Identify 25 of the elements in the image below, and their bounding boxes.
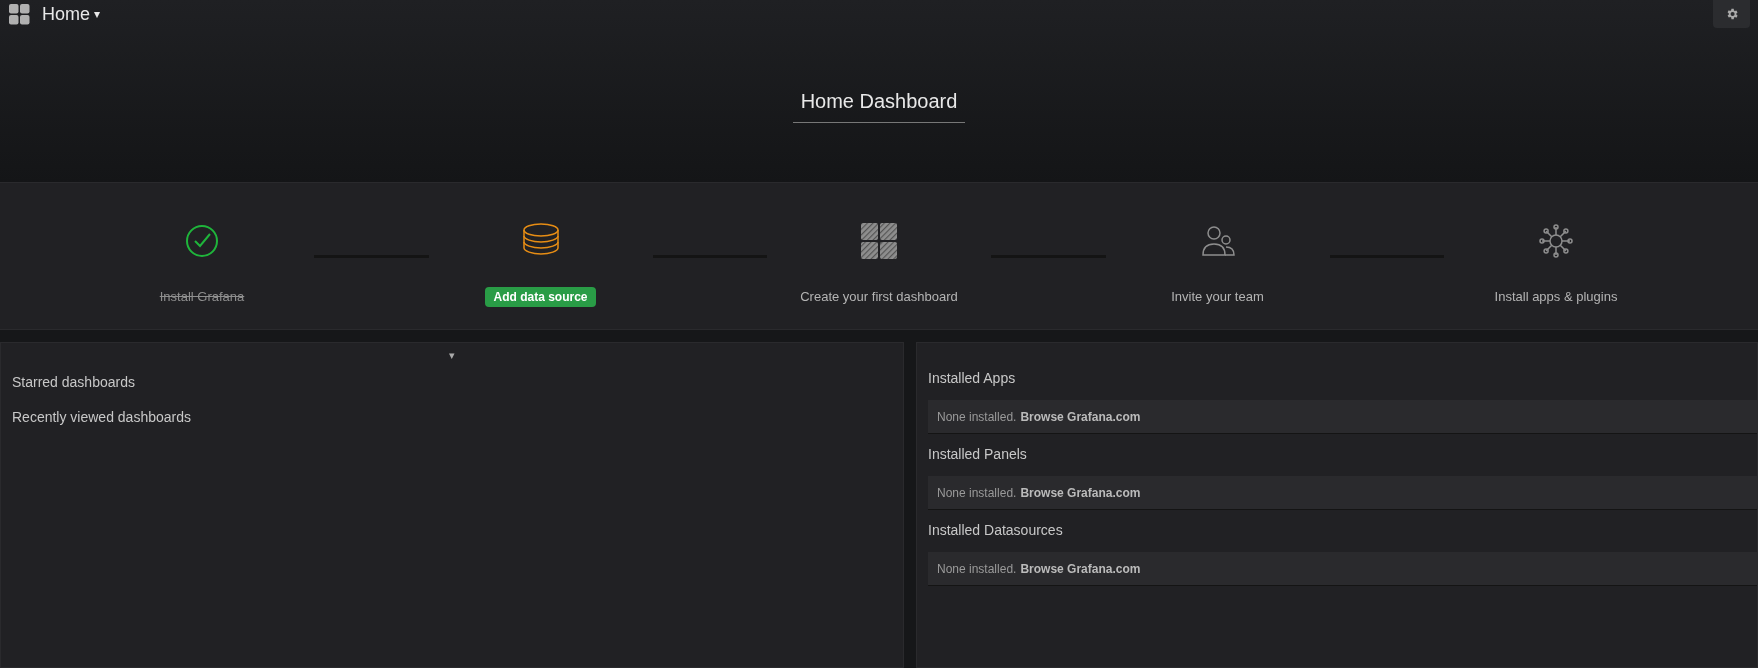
dashboard-picker[interactable]: Home ▾ xyxy=(42,0,100,28)
empty-message: None installed. xyxy=(937,560,1017,578)
empty-message: None installed. xyxy=(937,408,1017,426)
settings-button[interactable] xyxy=(1713,0,1750,28)
browse-link[interactable]: Browse Grafana.com xyxy=(1020,407,1141,426)
browse-link[interactable]: Browse Grafana.com xyxy=(1020,483,1141,502)
section-heading: Installed Panels xyxy=(928,445,1027,464)
check-circle-icon xyxy=(185,224,219,258)
users-icon xyxy=(1200,224,1235,258)
step-label[interactable]: Create your first dashboard xyxy=(800,287,958,307)
empty-message: None installed. xyxy=(937,484,1017,502)
section-heading: Starred dashboards xyxy=(12,372,135,392)
collapse-caret[interactable]: ▾ xyxy=(449,347,455,364)
section-heading: Recently viewed dashboards xyxy=(12,407,191,427)
grid-icon xyxy=(861,223,897,259)
section-heading: Installed Datasources xyxy=(928,521,1063,540)
section-heading: Installed Apps xyxy=(928,369,1016,388)
grid-menu-icon[interactable] xyxy=(9,3,30,25)
add-step-button[interactable]: Add data source xyxy=(485,287,596,307)
step-label: Install Grafana xyxy=(159,288,245,306)
browse-link[interactable]: Browse Grafana.com xyxy=(1020,559,1141,578)
dashboard-title: Home Dashboard xyxy=(792,86,966,123)
step-label[interactable]: Install apps & plugins xyxy=(1494,287,1618,307)
step-label[interactable]: Invite your team xyxy=(1171,287,1264,307)
network-icon xyxy=(1538,223,1574,259)
